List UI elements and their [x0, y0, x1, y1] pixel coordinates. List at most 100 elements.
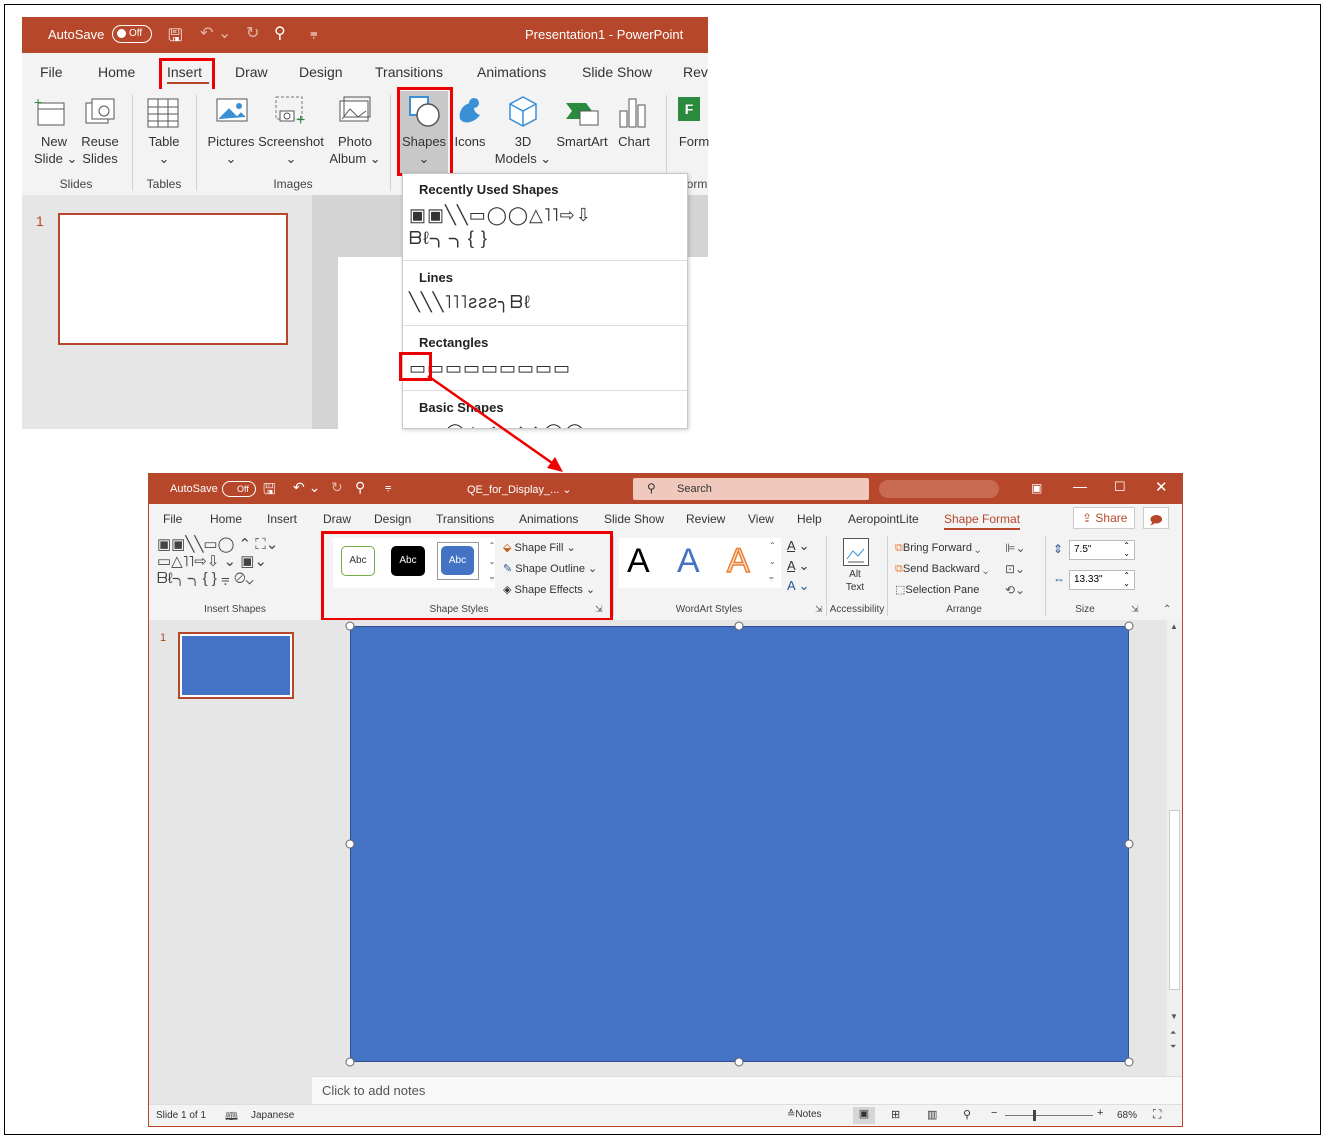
spelling-icon[interactable]: 🕮 — [225, 1108, 238, 1127]
tab-file[interactable]: File — [40, 64, 63, 80]
icons-button[interactable]: Icons — [450, 133, 490, 150]
tab-transitions-2[interactable]: Transitions — [436, 512, 494, 526]
slide-thumbnail[interactable] — [58, 213, 288, 345]
normal-view-icon[interactable]: ▣ — [853, 1107, 875, 1124]
lines-row[interactable]: ╲╲╲˥˥˥ƨƨƨ╮ᗷℓ — [409, 292, 531, 313]
tab-help-2[interactable]: Help — [797, 512, 822, 526]
autosave-toggle[interactable]: Off — [112, 25, 152, 43]
ribbon-display-icon[interactable]: ▣ — [1031, 481, 1042, 495]
slideshow-view-icon[interactable]: ⚲ — [963, 1108, 971, 1121]
size-launcher-icon[interactable]: ⇲ — [1131, 604, 1139, 615]
tab-home-2[interactable]: Home — [210, 512, 242, 526]
wordart-launcher-icon[interactable]: ⇲ — [815, 604, 823, 615]
rectangles-row[interactable]: ▭▭▭▭▭▭▭▭▭ — [409, 358, 571, 379]
close-icon[interactable]: ✕ — [1155, 478, 1168, 496]
recent-shapes-row-1[interactable]: ▣▣╲╲▭◯◯△˥˥⇨⇩ — [409, 205, 592, 226]
tab-shape-format[interactable]: Shape Format — [944, 512, 1020, 526]
tab-aeropointlite[interactable]: AeropointLite — [848, 512, 919, 526]
insert-shapes-gallery[interactable]: ▣▣╲╲▭◯ ⌃ ⛶⌄ ▭△˥˥⇨⇩ ⌄ ▣⌄ ᗷℓ╮╮{ } ⩦ ⊘⌄ — [157, 536, 278, 587]
reuse-slides-button[interactable]: Reuse Slides — [80, 133, 120, 167]
width-input[interactable]: 13.33" ⌃ ⌄ — [1069, 570, 1135, 590]
reading-view-icon[interactable]: ▥ — [927, 1108, 937, 1121]
zoom-slider-thumb[interactable] — [1033, 1110, 1036, 1121]
file-name[interactable]: QE_for_Display_... ⌄ — [467, 483, 572, 496]
tab-design[interactable]: Design — [299, 64, 343, 80]
zoom-level[interactable]: 68% — [1117, 1110, 1137, 1121]
notes-toggle[interactable]: ≙Notes — [787, 1109, 822, 1120]
pictures-button[interactable]: Pictures ⌄ — [206, 133, 256, 167]
tab-review[interactable]: Rev — [683, 64, 708, 80]
height-spinner[interactable]: ⌃ ⌄ — [1123, 542, 1130, 558]
alt-text-button[interactable]: Alt Text — [837, 568, 873, 594]
smartart-button[interactable]: SmartArt — [552, 133, 612, 150]
save-icon[interactable]: 🖫 — [168, 23, 182, 52]
tab-design-2[interactable]: Design — [374, 512, 411, 526]
autosave-toggle-2[interactable]: Off — [222, 481, 256, 497]
table-button[interactable]: Table ⌄ — [142, 133, 186, 167]
zoom-slider[interactable] — [1005, 1115, 1093, 1116]
align-group-rotate[interactable]: ⊫⌄ ⊡⌄ ⟲⌄ — [1005, 538, 1026, 601]
height-input[interactable]: 7.5" ⌃ ⌄ — [1069, 540, 1135, 560]
scroll-up-icon[interactable]: ▲ — [1170, 622, 1178, 631]
forms-button[interactable]: Form — [678, 133, 710, 150]
text-fill-button[interactable]: A ⌄ — [787, 536, 809, 556]
search-box[interactable]: ⚲ Search — [633, 478, 869, 500]
text-outline-button[interactable]: A ⌄ — [787, 556, 809, 576]
new-slide-button[interactable]: New Slide ⌄ — [34, 133, 77, 167]
tab-view-2[interactable]: View — [748, 512, 774, 526]
bring-forward-button[interactable]: ⧉Bring Forward ⌄ — [895, 538, 988, 559]
comments-button[interactable]: 🗩 — [1143, 507, 1169, 529]
selection-pane-button[interactable]: ⬚Selection Pane — [895, 580, 988, 601]
minimize-icon[interactable]: — — [1073, 478, 1087, 494]
present-icon[interactable]: ⚲ — [274, 23, 286, 43]
tab-animations[interactable]: Animations — [477, 64, 546, 80]
scroll-down-icon[interactable]: ▼ — [1170, 1012, 1178, 1021]
zoom-in-icon[interactable]: + — [1097, 1107, 1103, 1119]
3d-models-button[interactable]: 3D Models ⌄ — [494, 133, 552, 167]
tab-insert-2[interactable]: Insert — [267, 512, 297, 526]
maximize-icon[interactable]: ☐ — [1114, 479, 1126, 495]
share-button[interactable]: ⇪ Share — [1073, 507, 1135, 529]
tab-draw-2[interactable]: Draw — [323, 512, 351, 526]
undo-icon-2[interactable]: ↶ ⌄ — [293, 479, 320, 496]
tab-animations-2[interactable]: Animations — [519, 512, 578, 526]
tab-slideshow-2[interactable]: Slide Show — [604, 512, 664, 526]
undo-icon[interactable]: ↶ ⌄ — [200, 23, 231, 43]
zoom-out-icon[interactable]: − — [991, 1107, 997, 1119]
recent-shapes-row-2[interactable]: ᗷℓ╮╮{ } — [409, 228, 488, 249]
basic-shapes-row[interactable]: ▭▭◯△◁▭◇◇◯◯ — [409, 422, 586, 428]
wordart-orange[interactable]: A — [726, 541, 750, 581]
tab-file-2[interactable]: File — [163, 512, 182, 526]
text-effects-button[interactable]: A ⌄ — [787, 576, 809, 596]
wordart-black[interactable]: A — [627, 542, 650, 581]
language[interactable]: Japanese — [251, 1110, 294, 1121]
tab-home[interactable]: Home — [98, 64, 135, 80]
tab-slideshow[interactable]: Slide Show — [582, 64, 652, 80]
redo-icon-2[interactable]: ↻ — [331, 479, 343, 496]
next-slide-icon[interactable]: ⏷ — [1170, 1042, 1176, 1052]
wordart-blue[interactable]: A — [677, 542, 700, 581]
redo-icon[interactable]: ↻ — [246, 23, 259, 43]
chart-button[interactable]: Chart — [614, 133, 654, 150]
slide-thumbnail-2[interactable] — [178, 632, 294, 699]
send-backward-button[interactable]: ⧉Send Backward ⌄ — [895, 559, 988, 580]
tab-review-2[interactable]: Review — [686, 512, 725, 526]
photo-album-button[interactable]: Photo Album ⌄ — [328, 133, 382, 167]
tab-transitions[interactable]: Transitions — [375, 64, 443, 80]
notes-pane[interactable]: Click to add notes — [312, 1076, 1182, 1104]
wordart-scroll[interactable]: ⌃ ⌄ ⩦ — [769, 538, 779, 588]
slide-sorter-icon[interactable]: ⊞ — [891, 1108, 900, 1121]
customize-icon[interactable]: ⩦ — [310, 25, 318, 41]
save-icon-2[interactable]: 🖫 — [263, 479, 276, 504]
present-icon-2[interactable]: ⚲ — [355, 479, 365, 496]
tab-draw[interactable]: Draw — [235, 64, 268, 80]
account-area[interactable] — [879, 480, 999, 498]
customize-icon-2[interactable]: ⩦ — [385, 481, 391, 494]
width-spinner[interactable]: ⌃ ⌄ — [1123, 572, 1130, 588]
fit-to-window-icon[interactable]: ⛶ — [1153, 1107, 1161, 1122]
scroll-thumb[interactable] — [1169, 810, 1180, 990]
vertical-scrollbar[interactable]: ▲ ▼ ⏶ ⏷ — [1167, 620, 1182, 1076]
collapse-ribbon-icon[interactable]: ⌃ — [1163, 604, 1171, 615]
screenshot-button[interactable]: Screenshot ⌄ — [258, 133, 324, 167]
prev-slide-icon[interactable]: ⏶ — [1170, 1028, 1176, 1038]
